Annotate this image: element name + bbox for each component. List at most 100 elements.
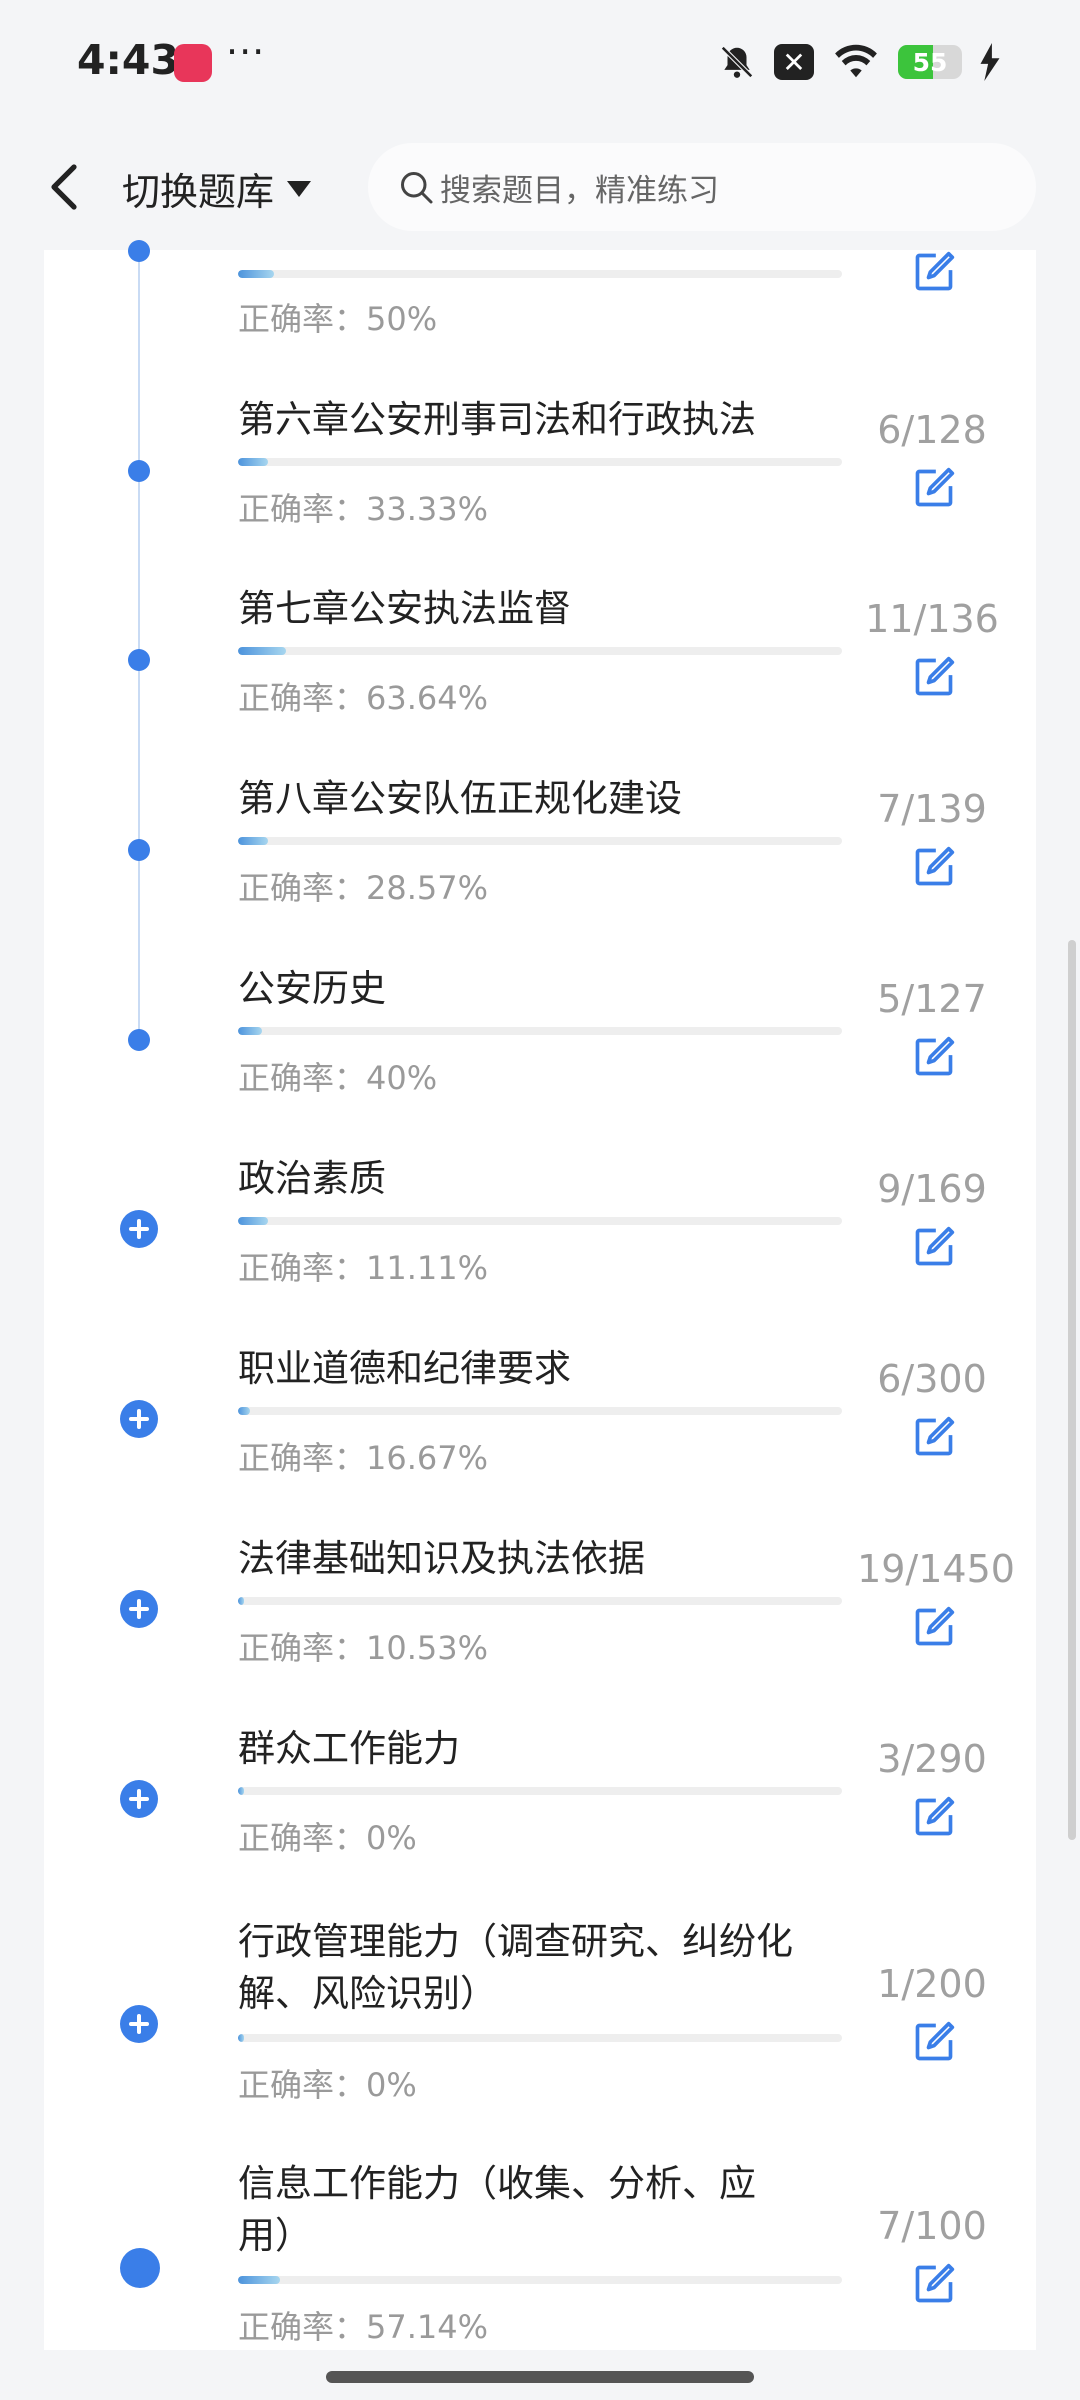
edit-icon[interactable]	[912, 1605, 956, 1649]
chapter-title: 行政管理能力（调查研究、纠纷化解、风险识别）	[238, 1920, 793, 2015]
search-placeholder: 搜索题目，精准练习	[440, 172, 719, 209]
chapter-title: 职业道德和纪律要求	[238, 1347, 571, 1390]
timeline-node	[120, 2248, 160, 2288]
progress-fill	[238, 837, 269, 845]
back-arrow-icon[interactable]	[44, 161, 84, 213]
top-bar: 切换题库 搜索题目，精准练习	[0, 125, 1080, 250]
edit-icon[interactable]	[912, 1225, 956, 1269]
switch-question-bank-button[interactable]: 切换题库	[122, 161, 312, 216]
list-item[interactable]: 信息工作能力（收集、分析、应用） 正确率：57.14% 7/100	[44, 2150, 1036, 2350]
status-time: 4:43	[77, 36, 179, 84]
expand-plus-icon[interactable]	[120, 2005, 158, 2043]
edit-icon[interactable]	[912, 1035, 956, 1079]
list-item[interactable]: 行政管理能力（调查研究、纠纷化解、风险识别） 正确率：0% 1/200	[44, 1910, 1036, 2150]
progress-fill	[238, 647, 287, 655]
edit-icon[interactable]	[912, 845, 956, 889]
edit-icon[interactable]	[912, 2020, 956, 2064]
bell-off-icon	[721, 46, 753, 78]
search-input[interactable]: 搜索题目，精准练习	[368, 143, 1036, 231]
progress-bar	[238, 2276, 842, 2284]
timeline-node	[128, 460, 150, 482]
chapter-title: 政治素质	[238, 1157, 386, 1200]
progress-count: 3/290	[877, 1737, 987, 1781]
accuracy-text: 正确率：33.33%	[238, 490, 489, 528]
app-notification-icon	[174, 44, 212, 82]
progress-count: 6/300	[877, 1357, 987, 1401]
chapter-title: 群众工作能力	[238, 1727, 460, 1770]
scrollbar[interactable]	[1068, 940, 1076, 1840]
progress-fill	[238, 1027, 263, 1035]
expand-plus-icon[interactable]	[120, 1400, 158, 1438]
edit-icon[interactable]	[912, 655, 956, 699]
progress-fill	[238, 2034, 245, 2042]
timeline-node	[128, 1029, 150, 1051]
progress-count: 1/200	[877, 1962, 987, 2006]
accuracy-text: 正确率：0%	[238, 1819, 417, 1857]
list-item[interactable]: 法律基础知识及执法依据 正确率：10.53% 19/1450	[44, 1530, 1036, 1720]
progress-bar	[238, 1217, 842, 1225]
accuracy-text: 正确率：10.53%	[238, 1629, 489, 1667]
accuracy-text: 正确率：63.64%	[238, 679, 489, 717]
chapter-title: 法律基础知识及执法依据	[238, 1537, 645, 1580]
chapter-list: 正确率：50% 第六章公安刑事司法和行政执法 正确率：33.33% 6/128 …	[44, 240, 1036, 2350]
list-item[interactable]: 正确率：50%	[44, 240, 1036, 410]
progress-bar	[238, 1407, 842, 1415]
expand-plus-icon[interactable]	[120, 1210, 158, 1248]
accuracy-text: 正确率：50%	[238, 300, 438, 338]
progress-bar	[238, 837, 842, 845]
edit-icon[interactable]	[912, 2262, 956, 2306]
progress-count: 7/139	[877, 787, 987, 831]
list-item[interactable]: 群众工作能力 正确率：0% 3/290	[44, 1720, 1036, 1910]
progress-fill	[238, 1597, 245, 1605]
accuracy-text: 正确率：40%	[238, 1059, 438, 1097]
expand-plus-icon[interactable]	[120, 1590, 158, 1628]
edit-icon[interactable]	[912, 1415, 956, 1459]
accuracy-text: 正确率：57.14%	[238, 2308, 489, 2346]
close-box-icon: ✕	[774, 44, 814, 80]
list-item[interactable]: 第六章公安刑事司法和行政执法 正确率：33.33% 6/128	[44, 390, 1036, 580]
list-item[interactable]: 第七章公安执法监督 正确率：63.64% 11/136	[44, 580, 1036, 770]
timeline-node	[128, 649, 150, 671]
accuracy-text: 正确率：11.11%	[238, 1249, 489, 1287]
chapter-title: 第八章公安队伍正规化建设	[238, 777, 682, 820]
progress-fill	[238, 270, 275, 278]
list-item[interactable]: 职业道德和纪律要求 正确率：16.67% 6/300	[44, 1340, 1036, 1530]
accuracy-text: 正确率：16.67%	[238, 1439, 489, 1477]
progress-fill	[238, 1217, 269, 1225]
list-item[interactable]: 政治素质 正确率：11.11% 9/169	[44, 1150, 1036, 1340]
progress-fill	[238, 1787, 245, 1795]
progress-count: 9/169	[877, 1167, 987, 1211]
progress-count: 7/100	[877, 2204, 987, 2248]
chapter-title: 公安历史	[238, 967, 386, 1010]
timeline-node	[128, 240, 150, 262]
chapter-title: 第七章公安执法监督	[238, 587, 571, 630]
progress-bar	[238, 458, 842, 466]
list-item[interactable]: 公安历史 正确率：40% 5/127	[44, 960, 1036, 1150]
progress-bar	[238, 1597, 842, 1605]
expand-plus-icon[interactable]	[120, 1780, 158, 1818]
accuracy-text: 正确率：28.57%	[238, 869, 489, 907]
progress-bar	[238, 647, 842, 655]
progress-bar	[238, 270, 842, 278]
progress-count: 6/128	[877, 408, 987, 452]
wifi-icon	[835, 44, 877, 78]
charging-bolt-icon	[980, 43, 1000, 81]
progress-count: 5/127	[877, 977, 987, 1021]
home-indicator[interactable]	[326, 2371, 754, 2383]
edit-icon[interactable]	[912, 1795, 956, 1839]
switch-bank-label: 切换题库	[122, 170, 275, 214]
caret-down-icon	[287, 180, 312, 197]
progress-fill	[238, 1407, 251, 1415]
accuracy-text: 正确率：0%	[238, 2066, 417, 2104]
progress-bar	[238, 1787, 842, 1795]
battery-icon: 55	[898, 45, 962, 79]
battery-level: 55	[912, 47, 948, 77]
chapter-title: 第六章公安刑事司法和行政执法	[238, 398, 756, 441]
progress-count: 19/1450	[857, 1547, 1015, 1591]
status-bar: 4:43 ··· ✕ 55	[0, 0, 1080, 125]
search-icon	[401, 172, 433, 204]
status-icons: ✕ 55	[718, 40, 1000, 84]
list-item[interactable]: 第八章公安队伍正规化建设 正确率：28.57% 7/139	[44, 770, 1036, 960]
edit-icon[interactable]	[912, 466, 956, 510]
edit-icon[interactable]	[912, 250, 956, 294]
